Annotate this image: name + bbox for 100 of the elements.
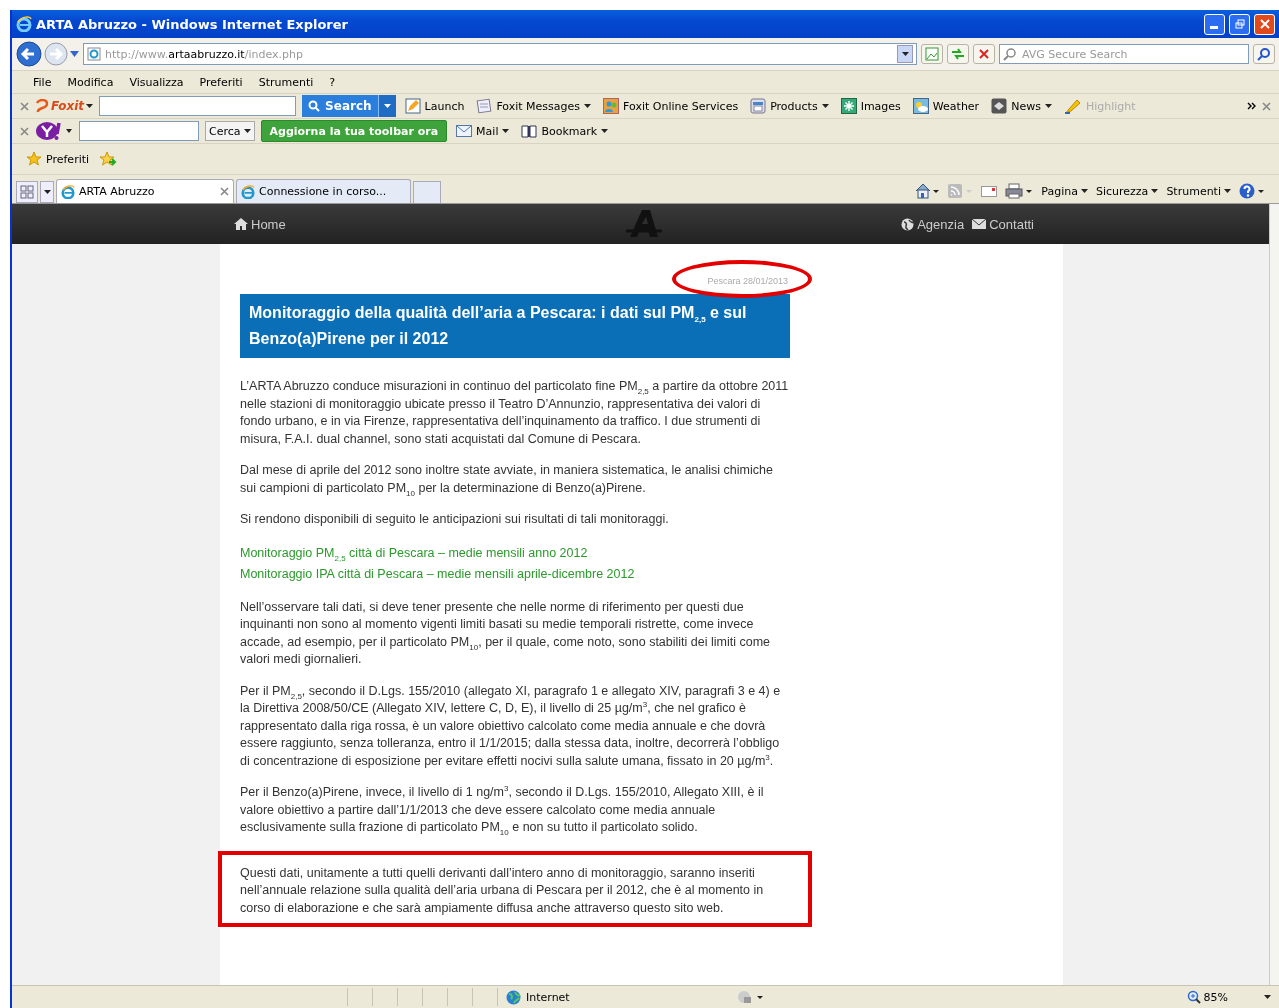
menu-item[interactable]: Modifica: [60, 73, 121, 91]
toolbar-button[interactable]: News: [988, 98, 1055, 114]
mail-icon[interactable]: [981, 185, 998, 197]
menu-item[interactable]: Visualizza: [122, 73, 191, 91]
back-button[interactable]: [16, 41, 42, 67]
home-icon[interactable]: [915, 183, 940, 199]
toolbar-search-field[interactable]: [79, 121, 199, 141]
book-icon: [521, 124, 538, 138]
nav-link[interactable]: Home: [234, 216, 286, 232]
menu-item[interactable]: Strumenti: [251, 73, 321, 91]
newspaper-icon: [991, 98, 1008, 114]
toolbar-button[interactable]: Mail: [453, 124, 513, 138]
close-icon: [1259, 19, 1270, 29]
help-icon[interactable]: [1239, 183, 1265, 199]
paragraph: Questi dati, unitamente a tutti quelli derivanti dall’intero anno di monitoraggio, saranno inseriti nell’annuale relazione sulla qualità dell’aria urbana di Pescara per il 2012, che è al momento in corso di elaborazione e che sarà ampiamente diffusa anche attraverso questo sito web.: [240, 864, 765, 917]
paragraph: Si rendono disponibili di seguito le anticipazioni sui risultati di tali monitoraggi.: [240, 511, 670, 528]
caret-icon: [383, 104, 391, 108]
caret-icon: [1264, 995, 1271, 999]
caret-icon: [1151, 189, 1159, 193]
article-date: Pescara 28/01/2013: [707, 276, 788, 286]
home-icon: [234, 218, 248, 230]
highlighter-icon: [1063, 98, 1082, 114]
security-zone: Internet: [526, 990, 570, 1004]
box-icon: [750, 98, 767, 114]
zoom-button[interactable]: 85%: [1178, 990, 1279, 1004]
caret-icon: [43, 190, 51, 194]
more-icon[interactable]: [1247, 101, 1256, 111]
paragraph: Per il Benzo(a)Pirene, invece, il livello di 1 ng/m$^{3}$, secondo il D.Lgs. 155/2010, Allegato XIII, è il valore obiettivo a partire dall’1/1/2013 che deve essere calcolato come media annuale esclusivamente sulla frazione di particolato PM$_{10}$ e non su tutto il particolato solido.: [240, 784, 765, 837]
globe-icon: [506, 989, 521, 1005]
search-button[interactable]: [1253, 44, 1275, 64]
toolbar-button[interactable]: Foxit Messages: [473, 98, 595, 114]
yahoo-logo[interactable]: [35, 121, 73, 141]
browser-icon: [16, 16, 32, 32]
article-title: Monitoraggio della qualità dell’aria a Pescara: i dati sul PM$_{2,5}$ e sul Benzo(a)Pirene per il 2012: [240, 294, 790, 358]
refresh-icon: [951, 47, 965, 61]
stop-icon: [978, 48, 990, 60]
command-menu-button[interactable]: Sicurezza: [1095, 184, 1159, 198]
image-icon: [840, 98, 857, 114]
toolbar-button[interactable]: Weather: [909, 98, 983, 114]
window-title: ARTA Abruzzo - Windows Internet Explorer: [36, 16, 349, 32]
globe-icon: [901, 217, 915, 231]
browser-tab[interactable]: Connessione in corso...: [236, 179, 411, 203]
caret-icon: [86, 104, 94, 108]
add-favorite-icon[interactable]: [99, 151, 118, 167]
nav-link[interactable]: Contatti: [972, 216, 1034, 232]
search-icon: [308, 100, 321, 112]
pencil-icon: [404, 98, 421, 114]
favorites-button[interactable]: Preferiti: [26, 151, 90, 167]
toolbar-button[interactable]: Bookmark: [518, 124, 612, 138]
close-button[interactable]: [1254, 13, 1275, 35]
caret-icon: [1224, 189, 1231, 193]
message-icon: [476, 98, 493, 114]
address-field[interactable]: http://www.artaabruzzo.it/index.php: [83, 43, 917, 65]
toolbar-button[interactable]: Images: [837, 98, 904, 114]
search-field[interactable]: AVG Secure Search: [999, 44, 1249, 64]
toolbar-button[interactable]: Launch: [401, 98, 468, 114]
caret-icon: [1080, 189, 1088, 193]
magnifier-icon: [1186, 990, 1201, 1004]
protected-mode-icon[interactable]: [736, 989, 766, 1005]
paragraph: Per il PM$_{2,5}$, secondo il D.Lgs. 155/2010 (allegato XI, paragrafo 1 e allegato XIV, paragrafi 3 e 4) e la Direttiva 2008/50/CE (Allegato XIV, lettere C, D, E), il livello di 25 µg/m$^{3}$, che nel grafico è rappresentato dalla riga rossa, è un valore obiettivo calcolato come media annuale e che dovrà essere raggiunto, senza tolleranza, entro il 1/1/2015; dalla stessa data, inoltre, decorrerà l’obbligo di concentrazione di esposizione per evitare effetti nocivi sulla salute umana, fissato in 20 µg/m$^{3}$.: [240, 682, 782, 770]
document-link[interactable]: Monitoraggio PM$_{2,5}$ città di Pescara – medie mensili anno 2012: [240, 542, 790, 564]
history-dropdown-icon[interactable]: [70, 51, 79, 57]
swirl-icon: [35, 99, 49, 113]
star-icon: [26, 151, 42, 167]
restore-icon: [1234, 19, 1245, 29]
toolbar-button[interactable]: Foxit Online Services: [600, 98, 742, 114]
command-menu-button[interactable]: Strumenti: [1166, 184, 1231, 198]
close-toolbar-icon[interactable]: [20, 126, 29, 136]
address-dropdown-button[interactable]: [897, 45, 913, 63]
envelope-icon: [456, 125, 473, 137]
toolbar-button[interactable]: Products: [747, 98, 832, 114]
minimize-icon: [1209, 26, 1218, 29]
people-icon: [603, 98, 620, 114]
browser-tab[interactable]: ARTA Abruzzo: [56, 179, 234, 203]
restore-button[interactable]: [1229, 13, 1250, 35]
printer-icon[interactable]: [1005, 183, 1034, 199]
toolbar-search-field[interactable]: [99, 96, 297, 116]
stop-button[interactable]: [973, 44, 995, 64]
envelope-icon: [972, 219, 987, 229]
weather-icon: [912, 98, 929, 114]
tab-list-button[interactable]: [40, 181, 54, 203]
browser-icon: [61, 184, 75, 199]
nav-link[interactable]: Agenzia: [901, 216, 965, 232]
search-button[interactable]: Cerca: [205, 121, 255, 141]
paragraph: Nell’osservare tali dati, si deve tener presente che nelle norme di riferimento per questi due inquinanti non sono al momento vigenti limiti basati su medie temporali ristrette, come invece accade, ad esempio, per il particolato PM$_{10}$, per il quale, come noto, sono stabiliti dei limiti come valori medi giornalieri.: [240, 598, 771, 668]
minimize-button[interactable]: [1204, 13, 1225, 35]
search-icon: [1003, 47, 1017, 61]
close-toolbar-icon[interactable]: [20, 101, 29, 111]
foxit-logo[interactable]: Foxit: [35, 99, 94, 113]
menu-item[interactable]: Preferiti: [192, 73, 250, 91]
close-tab-icon[interactable]: [220, 187, 229, 196]
paragraph: Dal mese di aprile del 2012 sono inoltre state avviate, in maniera sistematica, le analisi chimiche sui campioni di particolato PM$_{10}$ per la determinazione di Benzo(a)Pirene.: [240, 462, 774, 497]
search-button[interactable]: Search: [302, 95, 378, 117]
refresh-button[interactable]: [947, 44, 969, 64]
menu-item[interactable]: File: [26, 73, 59, 91]
document-link[interactable]: Monitoraggio IPA città di Pescara – medie mensili aprile-dicembre 2012: [240, 563, 790, 585]
command-menu-button[interactable]: Pagina: [1041, 184, 1088, 198]
close-toolbar-icon[interactable]: [1262, 101, 1271, 111]
menu-item[interactable]: ?: [322, 73, 343, 91]
compatibility-button[interactable]: [921, 44, 943, 64]
